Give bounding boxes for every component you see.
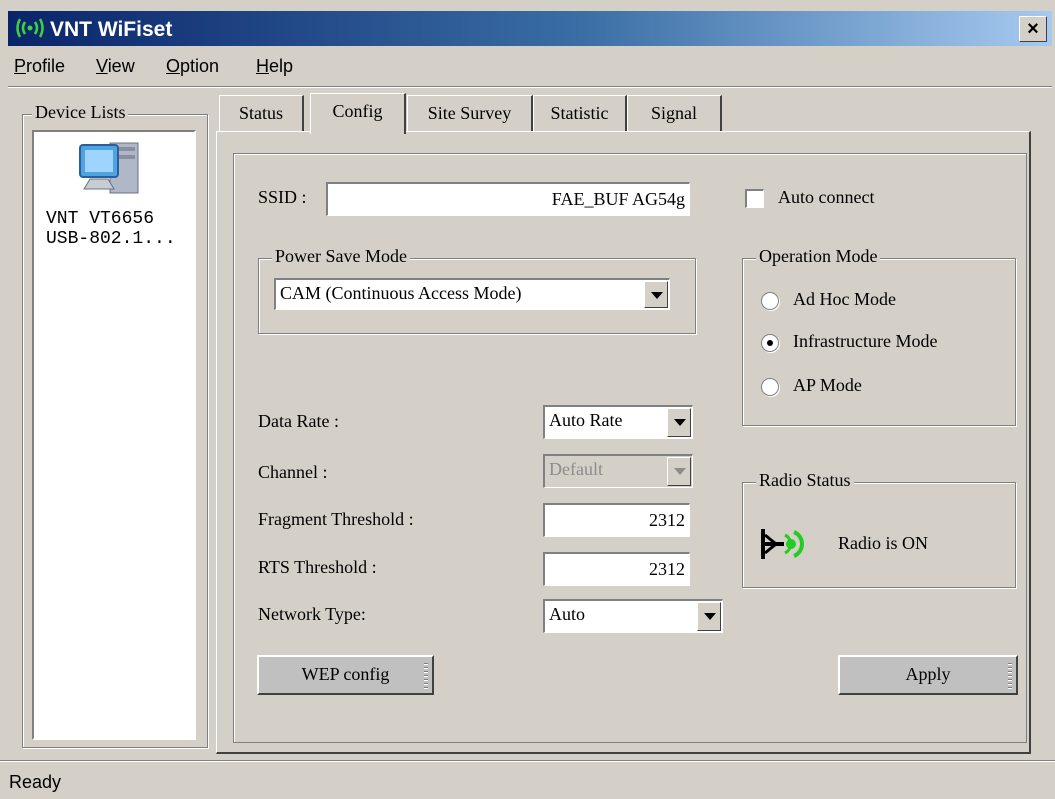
menu-help-label: elp	[269, 56, 294, 76]
menu-option-label: ption	[180, 56, 220, 76]
radio-status-legend: Radio Status	[756, 470, 854, 491]
status-bar: Ready	[0, 762, 1055, 799]
apply-button[interactable]: Apply	[838, 655, 1018, 695]
radio-status-text: Radio is ON	[838, 533, 928, 553]
radio-ap[interactable]	[761, 378, 779, 396]
radio-infrastructure-label[interactable]: Infrastructure Mode	[793, 331, 937, 352]
power-save-legend: Power Save Mode	[272, 246, 410, 267]
radio-ap-label[interactable]: AP Mode	[793, 375, 862, 396]
auto-connect-label[interactable]: Auto connect	[778, 187, 874, 208]
wep-config-button-label: WEP config	[301, 664, 390, 684]
apply-button-label: Apply	[905, 664, 951, 684]
menu-help-accel: H	[256, 56, 269, 76]
window-title: VNT WiFiset	[50, 18, 173, 41]
fragment-threshold-input[interactable]: 2312	[543, 503, 690, 537]
data-rate-value: Auto Rate	[549, 410, 623, 430]
menu-view[interactable]: View	[96, 56, 135, 77]
computer-icon	[76, 137, 142, 201]
wep-config-button[interactable]: WEP config	[257, 655, 434, 695]
menu-view-label: iew	[107, 56, 135, 76]
tab-signal[interactable]: Signal	[627, 95, 722, 131]
chevron-down-icon	[667, 457, 691, 486]
radio-adhoc-label[interactable]: Ad Hoc Mode	[793, 289, 896, 310]
chevron-down-icon[interactable]	[697, 602, 721, 631]
device-name-line2[interactable]: USB-802.1...	[46, 229, 176, 249]
menu-help[interactable]: Help	[256, 56, 293, 77]
power-save-value: CAM (Continuous Access Mode)	[280, 283, 522, 303]
channel-value: Default	[549, 459, 603, 479]
tab-site-survey[interactable]: Site Survey	[407, 95, 533, 131]
chevron-down-icon[interactable]	[667, 408, 691, 437]
menu-divider	[8, 86, 1052, 88]
resize-grip-icon	[424, 663, 428, 689]
menu-option[interactable]: Option	[166, 56, 219, 77]
device-name-line1[interactable]: VNT VT6656	[46, 209, 154, 229]
menu-option-accel: O	[166, 56, 181, 76]
tab-statistic[interactable]: Statistic	[533, 95, 627, 131]
channel-label: Channel :	[258, 462, 328, 482]
resize-grip-icon	[1008, 663, 1012, 689]
ssid-label: SSID :	[258, 187, 307, 207]
chevron-down-icon[interactable]	[644, 281, 668, 308]
radio-adhoc[interactable]	[761, 292, 779, 310]
menu-profile-accel: P	[14, 56, 27, 76]
menu-profile[interactable]: Profile	[14, 56, 65, 77]
rts-threshold-input[interactable]: 2312	[543, 552, 690, 586]
app-logo-icon	[14, 16, 46, 40]
network-type-select[interactable]: Auto	[543, 599, 723, 633]
operation-mode-legend: Operation Mode	[756, 246, 881, 267]
device-list-legend: Device Lists	[32, 102, 129, 123]
tab-status[interactable]: Status	[219, 95, 304, 131]
channel-select: Default	[543, 454, 693, 488]
status-text: Ready	[9, 772, 62, 792]
close-button[interactable]: ×	[1019, 16, 1047, 42]
radio-infrastructure[interactable]	[761, 334, 779, 352]
data-rate-select[interactable]: Auto Rate	[543, 405, 693, 439]
auto-connect-checkbox[interactable]	[745, 189, 764, 208]
tab-config[interactable]: Config	[310, 93, 406, 134]
rts-threshold-label: RTS Threshold :	[258, 557, 377, 577]
menu-view-accel: V	[96, 56, 108, 76]
menu-profile-label: rofile	[26, 56, 66, 76]
network-type-value: Auto	[549, 604, 585, 624]
data-rate-label: Data Rate :	[258, 411, 339, 431]
network-type-label: Network Type:	[258, 604, 366, 624]
fragment-threshold-label: Fragment Threshold :	[258, 509, 414, 529]
radio-antenna-icon	[758, 523, 810, 565]
ssid-input[interactable]: FAE_BUF AG54g	[326, 182, 690, 216]
power-save-select[interactable]: CAM (Continuous Access Mode)	[274, 278, 670, 310]
